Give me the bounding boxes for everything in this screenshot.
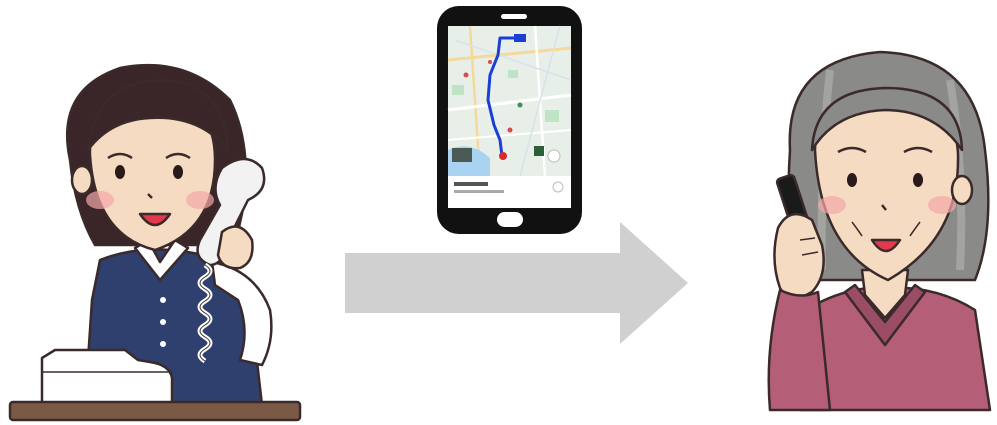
arrow-right-icon xyxy=(345,222,688,344)
map-view xyxy=(447,25,572,177)
map-info-card xyxy=(448,176,571,208)
illustration-canvas xyxy=(0,0,997,425)
home-button xyxy=(497,212,523,227)
elderly-woman-icon xyxy=(767,50,992,412)
operator-woman-icon xyxy=(8,63,302,422)
scene-svg xyxy=(8,6,992,422)
smartphone-icon xyxy=(437,6,582,234)
